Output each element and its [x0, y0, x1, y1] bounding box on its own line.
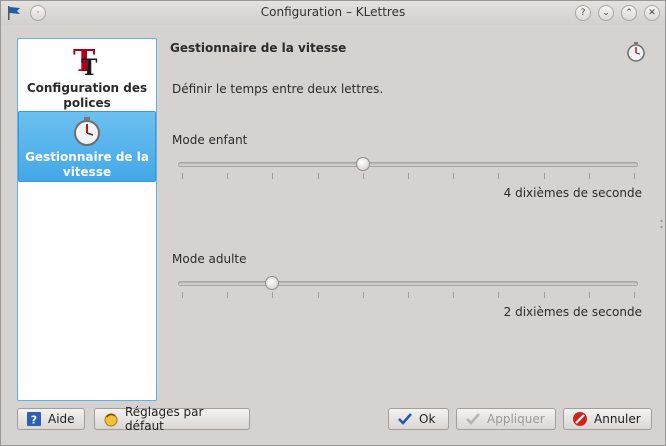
slider-tick	[498, 292, 500, 298]
close-button[interactable]: ✕	[644, 5, 660, 21]
slider-tick	[272, 292, 274, 298]
slider-tick	[362, 292, 364, 298]
ok-button-label: Ok	[419, 412, 436, 426]
sidebar-item-label: Configuration des polices	[26, 81, 148, 110]
checkmark-icon	[398, 413, 412, 425]
stopwatch-icon	[74, 117, 100, 146]
adult-mode-label: Mode adulte	[172, 252, 247, 266]
ok-button[interactable]: Ok	[388, 408, 449, 430]
font-icon: T T	[73, 44, 98, 77]
slider-handle[interactable]	[265, 276, 280, 290]
slider-tick	[453, 173, 455, 179]
slider-tick	[543, 292, 545, 298]
slider-tick	[408, 292, 409, 298]
apply-button[interactable]: Appliquer	[456, 408, 556, 430]
help-icon: ?	[27, 412, 41, 427]
cancel-button-label: Annuler	[594, 412, 641, 426]
child-mode-label: Mode enfant	[172, 133, 248, 147]
slider-tick	[588, 292, 590, 298]
reset-icon	[104, 413, 118, 427]
child-speed-slider[interactable]	[178, 156, 638, 180]
page-title: Gestionnaire de la vitesse	[170, 41, 347, 55]
slider-tick	[182, 292, 183, 298]
slider-groove[interactable]	[178, 281, 638, 286]
window-title: Configuration – KLettres	[260, 5, 406, 19]
splitter-handle[interactable]	[660, 219, 663, 229]
help-titlebar-button[interactable]: ?	[575, 5, 591, 21]
sidebar-item-label: Gestionnaire de la vitesse	[25, 150, 149, 179]
config-dialog: · Configuration – KLettres ? ⌄ ⌃ ✕ T T C…	[0, 0, 666, 446]
slider-groove[interactable]	[178, 162, 638, 167]
cancel-icon	[573, 412, 587, 426]
child-speed-value: 4 dixièmes de seconde	[503, 186, 642, 200]
adult-speed-value: 2 dixièmes de seconde	[503, 305, 642, 319]
cancel-button[interactable]: Annuler	[563, 408, 652, 430]
sidebar-item-speed[interactable]: Gestionnaire de la vitesse	[18, 111, 156, 182]
page-list: T T Configuration des polices Gestionnai…	[17, 38, 157, 401]
help-button[interactable]: ? Aide	[17, 408, 85, 430]
slider-tick	[408, 173, 409, 179]
adult-speed-slider[interactable]	[178, 275, 638, 299]
minimize-button[interactable]: ⌄	[598, 5, 614, 21]
defaults-button-label: Réglages par défaut	[125, 405, 204, 433]
slider-tick	[498, 173, 500, 179]
slider-tick	[543, 173, 545, 179]
slider-tick	[317, 292, 319, 298]
slider-tick	[317, 173, 319, 179]
title-bar[interactable]: · Configuration – KLettres ? ⌄ ⌃ ✕	[1, 1, 665, 25]
page-description: Définir le temps entre deux lettres.	[172, 82, 384, 96]
slider-tick	[227, 173, 229, 179]
stopwatch-icon	[627, 42, 645, 62]
svg-text:T: T	[81, 55, 98, 77]
slider-tick	[362, 173, 364, 179]
maximize-button[interactable]: ⌃	[621, 5, 637, 21]
svg-text:?: ?	[31, 414, 37, 427]
slider-handle[interactable]	[355, 157, 370, 171]
apply-button-label: Appliquer	[487, 412, 545, 426]
slider-tick	[588, 173, 590, 179]
slider-tick	[453, 292, 455, 298]
help-button-label: Aide	[48, 412, 75, 426]
defaults-button[interactable]: Réglages par défaut	[94, 405, 250, 433]
checkmark-icon	[466, 413, 480, 425]
slider-tick	[634, 292, 635, 298]
slider-tick	[182, 173, 183, 179]
slider-tick	[272, 173, 274, 179]
sidebar-item-fonts[interactable]: T T Configuration des polices	[18, 41, 156, 111]
slider-tick	[227, 292, 229, 298]
slider-tick	[634, 173, 635, 179]
